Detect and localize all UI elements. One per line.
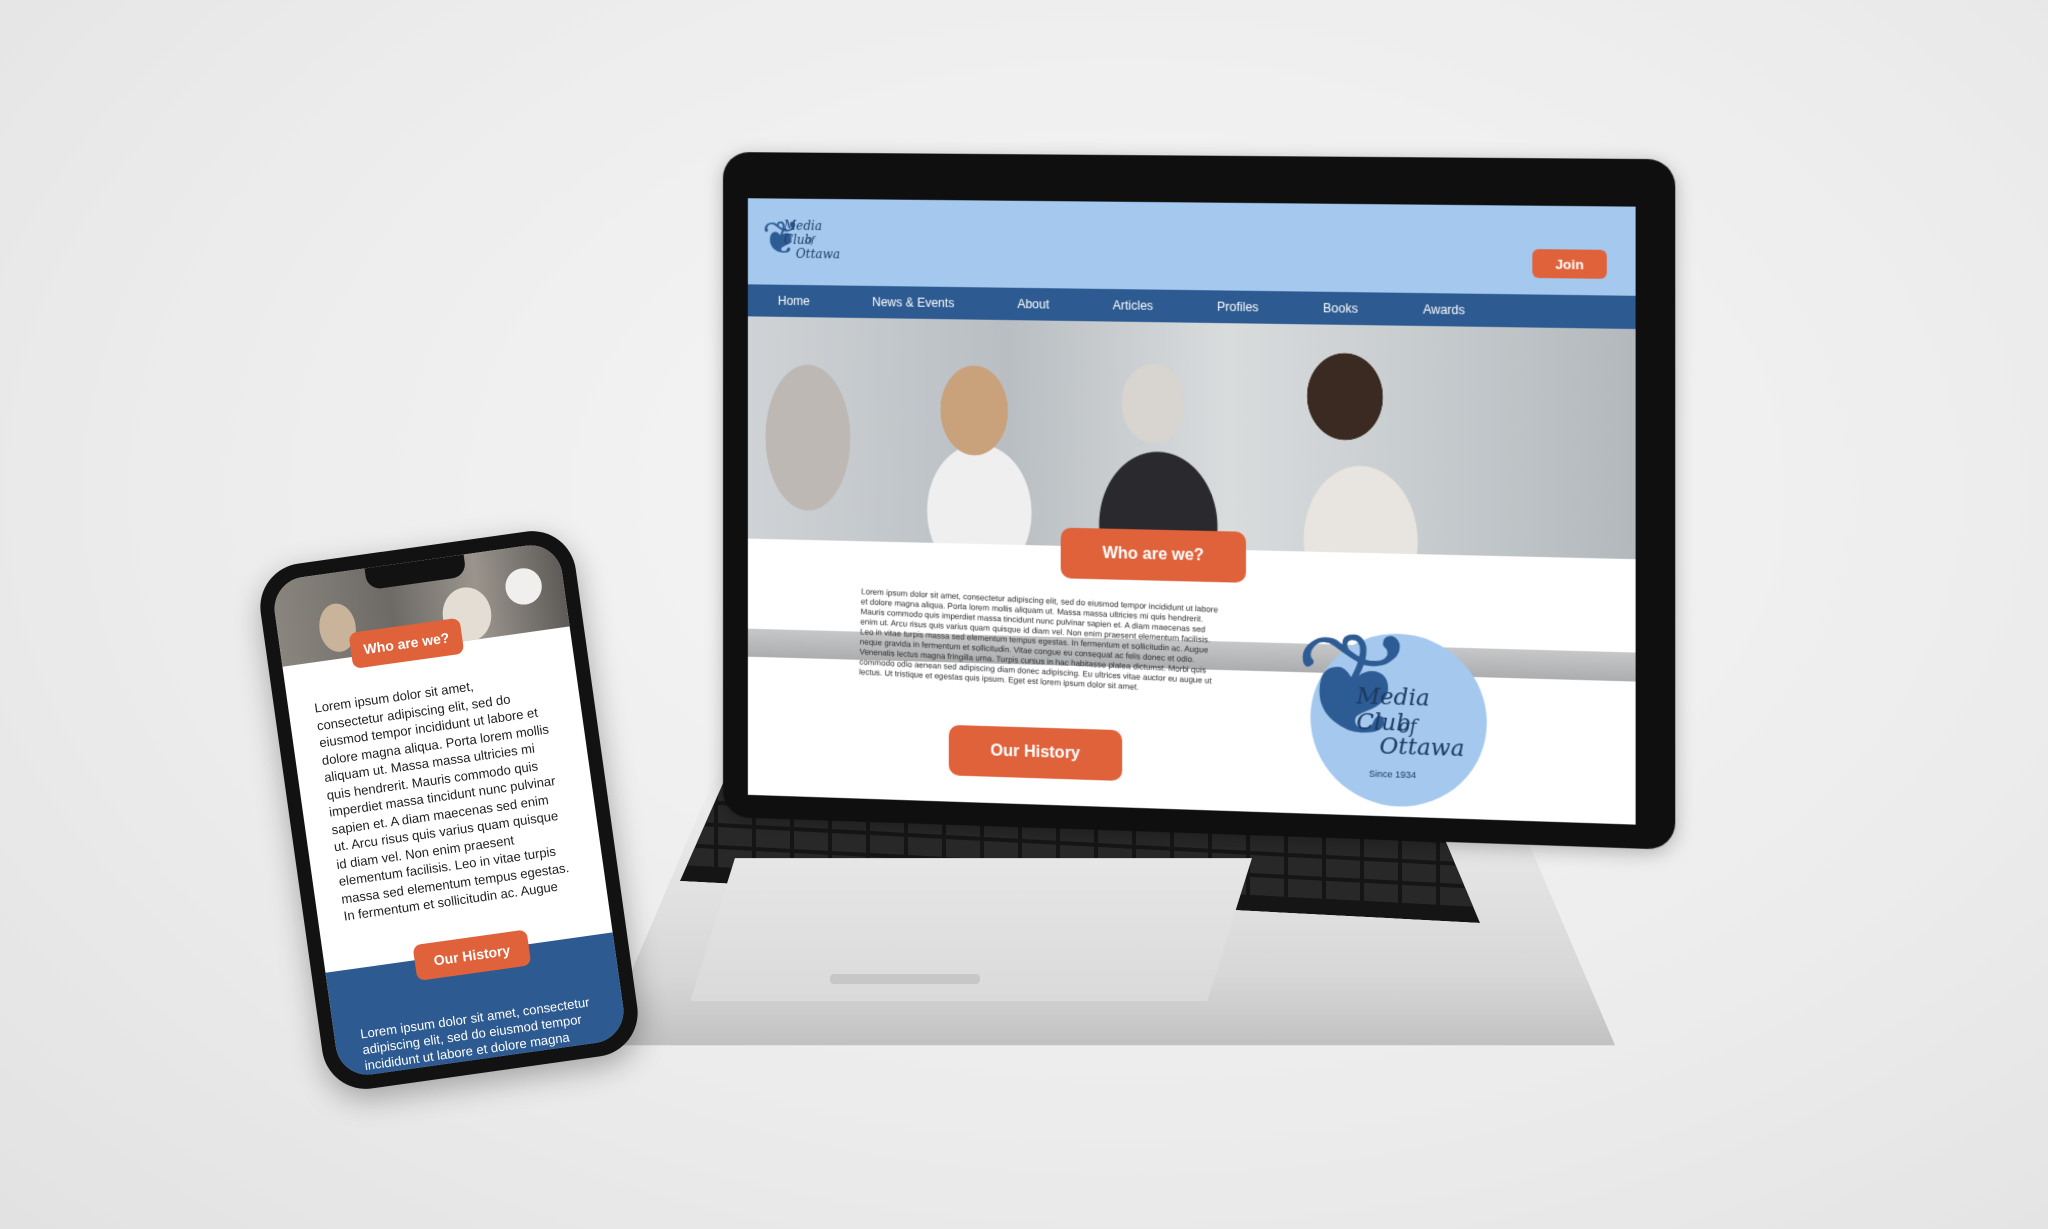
who-are-we-button[interactable]: Who are we? <box>1060 527 1247 583</box>
nav-profiles[interactable]: Profiles <box>1217 290 1258 323</box>
laptop-lid: ❦ Media Club of Ottawa Join Home News & … <box>723 152 1676 850</box>
nav-news-events[interactable]: News & Events <box>872 286 954 319</box>
hero-image <box>747 316 1636 682</box>
club-logo-line3: Ottawa <box>1379 733 1465 763</box>
site-header: ❦ Media Club of Ottawa Join <box>747 198 1636 296</box>
logo-line3: Ottawa <box>795 246 840 262</box>
intro-text: Lorem ipsum dolor sit amet, consectetur … <box>858 586 1219 692</box>
phone-frame: Who are we? Lorem ipsum dolor sit amet, … <box>254 525 644 1095</box>
logo-line1: Media Club <box>783 218 822 248</box>
laptop-screen: ❦ Media Club of Ottawa Join Home News & … <box>747 198 1636 825</box>
phone-screen: Who are we? Lorem ipsum dolor sit amet, … <box>270 541 628 1079</box>
join-button[interactable]: Join <box>1532 249 1607 279</box>
our-history-button[interactable]: Our History <box>948 724 1123 781</box>
club-logo-since: Since 1934 <box>1368 768 1417 781</box>
nav-awards[interactable]: Awards <box>1423 293 1465 327</box>
nav-about[interactable]: About <box>1017 288 1049 321</box>
logo-line2: of <box>804 234 815 247</box>
phone-intro-text: Lorem ipsum dolor sit amet, consectetur … <box>313 678 570 924</box>
nav-books[interactable]: Books <box>1323 292 1358 325</box>
site-logo[interactable]: ❦ Media Club of Ottawa <box>760 204 852 279</box>
club-logo-line1: Media Club <box>1356 683 1430 737</box>
laptop-lip <box>830 974 980 984</box>
nav-home[interactable]: Home <box>778 285 810 318</box>
nav-articles[interactable]: Articles <box>1113 289 1153 322</box>
